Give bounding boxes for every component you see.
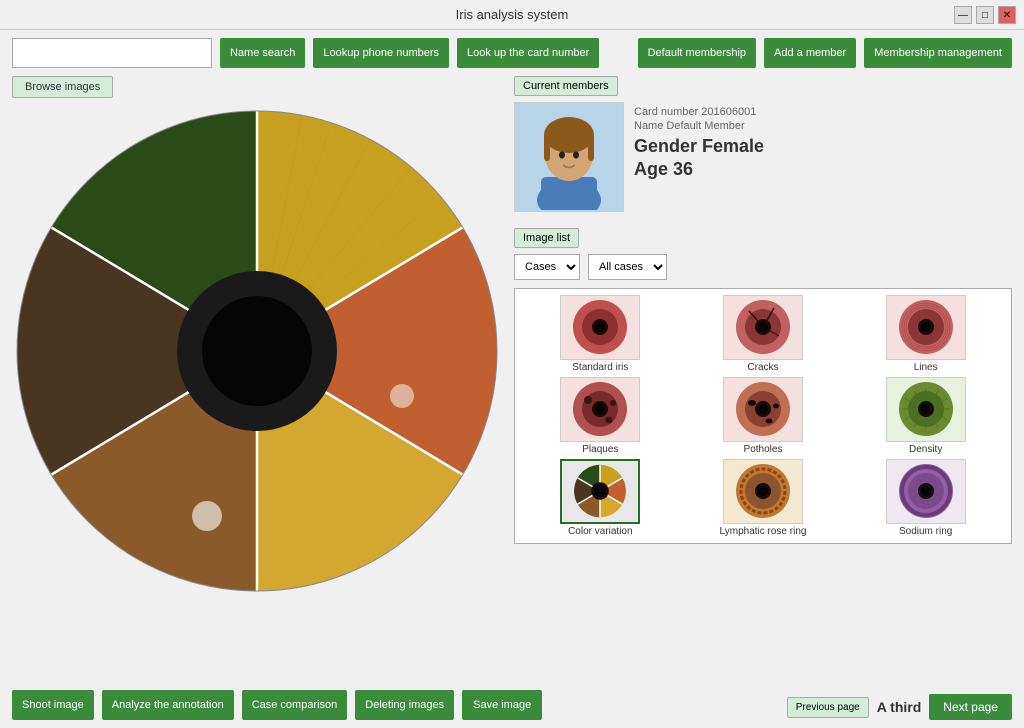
member-info-card: Card number 201606001 Name Default Membe…	[514, 102, 1012, 212]
current-page-indicator: A third	[877, 699, 922, 715]
search-input[interactable]	[12, 38, 212, 68]
close-button[interactable]: ✕	[998, 6, 1016, 24]
all-cases-filter[interactable]: All cases	[588, 254, 667, 280]
list-item[interactable]: Lines	[846, 295, 1005, 373]
iris-visualization	[12, 106, 502, 596]
top-toolbar: Name search Lookup phone numbers Look up…	[12, 38, 1012, 68]
main-content: Name search Lookup phone numbers Look up…	[0, 30, 1024, 604]
image-label: Color variation	[568, 526, 632, 537]
body-layout: Browse images	[12, 76, 1012, 596]
list-item[interactable]: Color variation	[521, 459, 680, 537]
left-panel: Browse images	[12, 76, 502, 596]
app-title: Iris analysis system	[456, 7, 569, 22]
cases-filter[interactable]: Cases	[514, 254, 580, 280]
add-member-button[interactable]: Add a member	[764, 38, 856, 68]
image-label: Cracks	[747, 362, 778, 373]
shoot-image-button[interactable]: Shoot image	[12, 690, 94, 720]
image-list-label: Image list	[514, 228, 579, 248]
right-panel: Current members	[514, 76, 1012, 596]
case-comparison-button[interactable]: Case comparison	[242, 690, 348, 720]
image-label: Standard iris	[572, 362, 628, 373]
name-search-button[interactable]: Name search	[220, 38, 305, 68]
list-item[interactable]: Density	[846, 377, 1005, 455]
list-item[interactable]: Sodium ring	[846, 459, 1005, 537]
window-controls: — □ ✕	[954, 6, 1016, 24]
current-members-label: Current members	[514, 76, 618, 96]
card-number: Card number 201606001	[634, 106, 764, 118]
list-item[interactable]: Plaques	[521, 377, 680, 455]
image-grid: Standard iris	[514, 288, 1012, 544]
deleting-images-button[interactable]: Deleting images	[355, 690, 454, 720]
image-label: Lymphatic rose ring	[720, 526, 807, 537]
default-membership-button[interactable]: Default membership	[638, 38, 756, 68]
title-bar: Iris analysis system — □ ✕	[0, 0, 1024, 30]
list-item[interactable]: Cracks	[684, 295, 843, 373]
member-details: Card number 201606001 Name Default Membe…	[634, 102, 764, 212]
save-image-button[interactable]: Save image	[462, 690, 542, 720]
list-item[interactable]: Lymphatic rose ring	[684, 459, 843, 537]
restore-button[interactable]: □	[976, 6, 994, 24]
member-gender: Gender Female	[634, 136, 764, 157]
minimize-button[interactable]: —	[954, 6, 972, 24]
image-label: Plaques	[582, 444, 618, 455]
list-item[interactable]: Potholes	[684, 377, 843, 455]
member-avatar	[514, 102, 624, 212]
previous-page-button[interactable]: Previous page	[787, 697, 869, 718]
image-label: Sodium ring	[899, 526, 952, 537]
member-name: Name Default Member	[634, 120, 764, 132]
image-label: Density	[909, 444, 942, 455]
next-page-button[interactable]: Next page	[929, 694, 1012, 720]
eye-container	[12, 106, 502, 596]
image-label: Lines	[914, 362, 938, 373]
image-label: Potholes	[744, 444, 783, 455]
list-item[interactable]: Standard iris	[521, 295, 680, 373]
filter-row: Cases All cases	[514, 254, 1012, 280]
membership-management-button[interactable]: Membership management	[864, 38, 1012, 68]
lookup-card-button[interactable]: Look up the card number	[457, 38, 599, 68]
browse-images-button[interactable]: Browse images	[12, 76, 113, 98]
lookup-phone-button[interactable]: Lookup phone numbers	[313, 38, 449, 68]
analyze-annotation-button[interactable]: Analyze the annotation	[102, 690, 234, 720]
member-age: Age 36	[634, 159, 764, 180]
